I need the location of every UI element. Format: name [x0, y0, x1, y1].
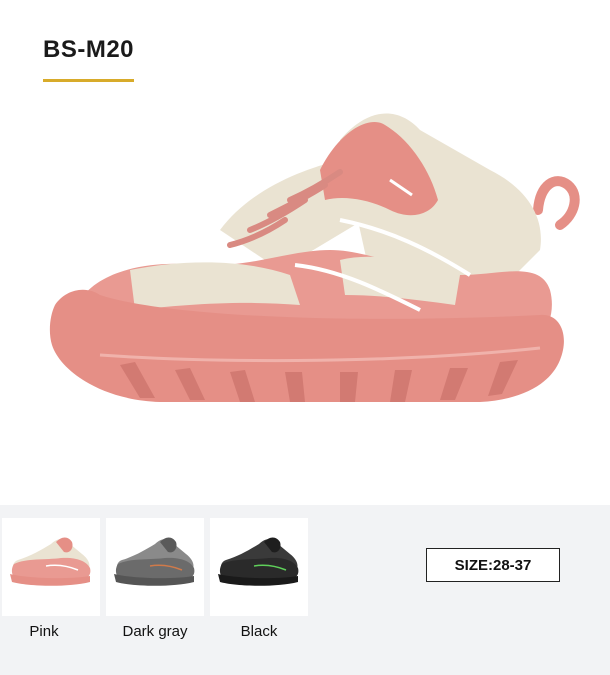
pink-shoe-thumbnail: [10, 537, 91, 586]
variant-panel: Pink Dark gray Black SIZE:28-37: [0, 505, 610, 675]
dark-gray-shoe-thumbnail: [114, 537, 195, 586]
variant-thumbnail-dark-gray[interactable]: [106, 518, 204, 616]
black-shoe-thumbnail: [218, 537, 299, 586]
title-underline: [43, 79, 134, 82]
variant-label-pink: Pink: [29, 623, 59, 640]
product-hero: BS-M20: [0, 0, 610, 505]
size-range-badge: SIZE:28-37: [426, 548, 560, 582]
variant-thumbnail-pink[interactable]: [2, 518, 100, 616]
variant-thumbnail-black[interactable]: [210, 518, 308, 616]
pink-hiking-shoe-image: [49, 113, 580, 402]
product-model-title: BS-M20: [43, 36, 135, 63]
variant-label-dark-gray: Dark gray: [122, 623, 188, 640]
variant-label-black: Black: [240, 623, 278, 640]
